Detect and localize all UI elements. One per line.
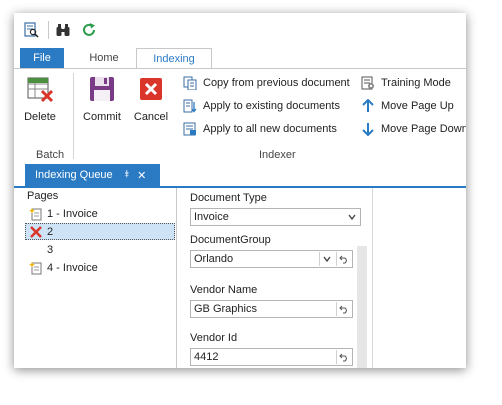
list-item[interactable]: 2 [25,223,175,240]
refresh-icon[interactable] [80,21,98,39]
cancel-label: Cancel [133,111,169,123]
undo-icon[interactable] [336,350,351,364]
page-label: 4 - Invoice [47,261,98,274]
indexing-queue-label: Indexing Queue [35,169,113,181]
chevron-down-icon[interactable] [345,210,359,224]
cancel-x-icon [135,73,167,105]
group-label-indexer: Indexer [259,149,296,161]
commit-label: Commit [83,111,121,123]
list-item[interactable]: 1 - Invoice [25,205,175,222]
document-group-label: DocumentGroup [190,234,271,246]
copy-previous-button[interactable]: Copy from previous document [182,74,350,92]
copy-previous-label: Copy from previous document [203,77,350,89]
pages-list: Pages 1 - Invoice 2 3 4 - Invoice [25,188,177,368]
group-divider [73,73,74,159]
tab-home[interactable]: Home [82,48,126,68]
page-label: 3 [47,243,54,256]
arrow-down-icon [360,121,376,137]
training-mode-button[interactable]: Training Mode [360,74,451,92]
document-group-select[interactable]: Orlando [190,250,353,268]
delete-button[interactable]: Delete [20,73,60,123]
training-mode-label: Training Mode [381,77,451,89]
apply-existing-label: Apply to existing documents [203,100,340,112]
undo-icon[interactable] [336,252,351,266]
indexing-queue-tab[interactable]: Indexing Queue ⯒ ✕ [25,164,160,186]
vendor-name-field[interactable]: GB Graphics [190,300,353,318]
tab-file[interactable]: File [20,48,64,68]
delete-batch-icon [24,73,56,105]
document-type-value: Invoice [194,211,229,223]
apply-existing-icon [182,98,198,114]
cancel-button[interactable]: Cancel [130,73,172,123]
undo-icon[interactable] [336,302,351,316]
commit-button[interactable]: Commit [80,73,124,123]
training-mode-icon [360,75,376,91]
document-type-select[interactable]: Invoice [190,208,361,226]
group-label-batch: Batch [36,149,65,161]
vendor-id-value: 4412 [194,351,219,363]
form-scrollbar[interactable] [357,246,367,368]
panel-header: Indexing Queue ⯒ ✕ [14,164,466,188]
move-page-down-button[interactable]: Move Page Down [360,120,466,138]
apply-new-button[interactable]: Apply to all new documents [182,120,337,138]
document-viewer-area [372,188,466,368]
ribbon: Delete Commit Cancel Copy from previous … [14,68,466,165]
document-group-value: Orlando [194,253,234,265]
chevron-down-icon[interactable] [319,252,334,266]
document-type-label: Document Type [190,192,267,204]
floppy-disk-icon [86,73,118,105]
toolbar-divider [48,21,49,39]
document-new-icon [29,207,45,221]
ribbon-tabs: File Home Indexing [14,47,466,70]
red-x-icon [29,225,45,239]
list-item[interactable]: 4 - Invoice [25,259,175,276]
pages-header: Pages [27,190,59,202]
index-fields-form: Document Type Invoice DocumentGroup Orla… [177,188,367,368]
tab-indexing[interactable]: Indexing [136,48,212,70]
copy-document-icon [182,75,198,91]
quick-access-toolbar [14,13,466,47]
application-window: File Home Indexing Delete Commit Cancel [14,13,466,368]
vendor-name-value: GB Graphics [194,303,257,315]
arrow-up-icon [360,98,376,114]
pin-icon[interactable]: ⯒ [125,167,129,184]
vendor-id-field[interactable]: 4412 [190,348,353,366]
page-label: 2 [47,225,54,238]
apply-new-label: Apply to all new documents [203,123,337,135]
list-item[interactable]: 3 [25,241,175,258]
document-new-icon [29,261,45,275]
apply-existing-button[interactable]: Apply to existing documents [182,97,340,115]
vendor-name-label: Vendor Name [190,284,258,296]
move-page-down-label: Move Page Down [381,123,466,135]
page-label: 1 - Invoice [47,207,98,220]
move-page-up-button[interactable]: Move Page Up [360,97,454,115]
close-icon[interactable]: ✕ [137,169,146,182]
delete-label: Delete [24,111,56,123]
binoculars-icon[interactable] [54,21,72,39]
search-doc-icon[interactable] [22,21,40,39]
vendor-id-label: Vendor Id [190,332,238,344]
apply-new-icon [182,121,198,137]
move-page-up-label: Move Page Up [381,100,454,112]
